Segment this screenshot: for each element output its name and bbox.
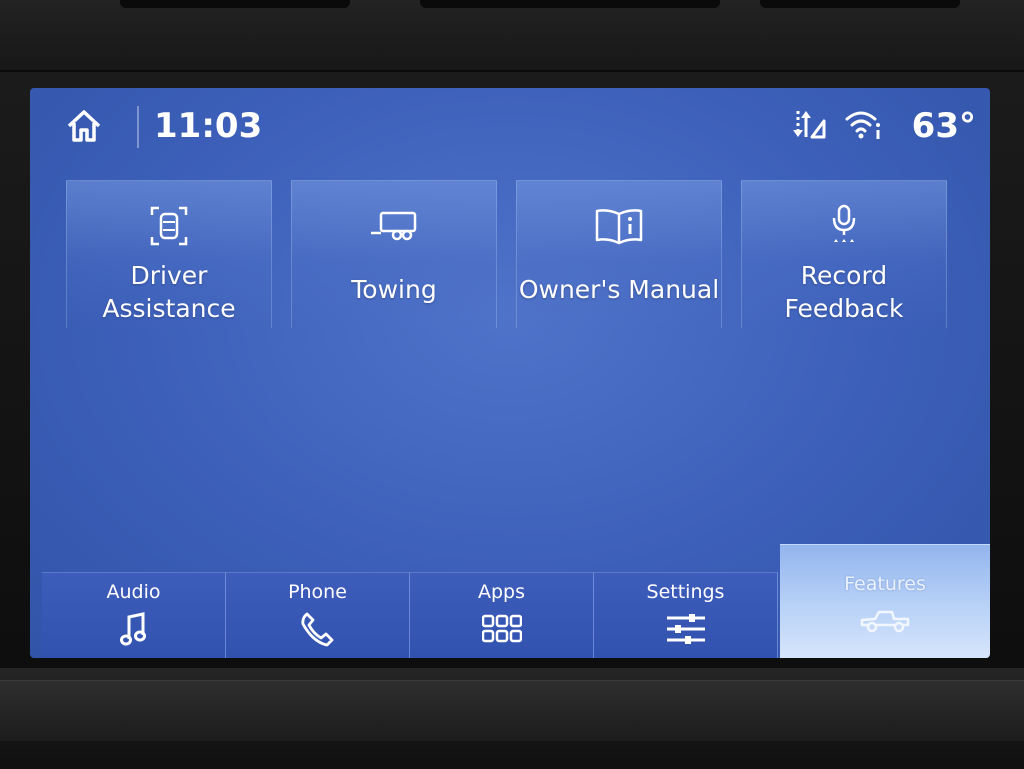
trim-slot [760, 0, 960, 8]
clock: 11:03 [154, 106, 263, 146]
tile-driver-assistance[interactable]: Driver Assistance [66, 180, 272, 328]
trim-slot [120, 0, 350, 8]
bottom-nav: Audio Phone Apps Settings Features [30, 544, 990, 658]
nav-tab-settings[interactable]: Settings [594, 572, 778, 658]
manual-book-icon [593, 201, 645, 251]
data-signal-icon [790, 105, 830, 147]
top-trim [0, 0, 1024, 72]
tile-label-line2: Assistance [102, 294, 236, 323]
status-indicators: 63° [790, 104, 976, 148]
infotainment-screen: 11:03 63° Driver Assistance Towing Owner… [30, 88, 990, 658]
tile-record-feedback[interactable]: Record Feedback [741, 180, 947, 328]
outside-temperature: 63° [911, 106, 976, 146]
wifi-hotspot-icon [844, 107, 884, 145]
apps-grid-icon [481, 609, 522, 649]
nav-tab-audio[interactable]: Audio [42, 572, 226, 658]
nav-label: Apps [477, 581, 526, 603]
tile-label: Driver Assistance [102, 259, 235, 325]
tile-label: Owner's Manual [518, 275, 720, 304]
nav-label: Audio [106, 581, 161, 603]
nav-tab-apps[interactable]: Apps [410, 572, 594, 658]
nav-label: Settings [646, 581, 725, 603]
nav-tab-phone[interactable]: Phone [226, 572, 410, 658]
trim-ledge [0, 680, 1024, 741]
trim-slot [420, 0, 720, 8]
tile-towing[interactable]: Towing [291, 180, 497, 328]
nav-label: Features [844, 573, 926, 595]
sliders-icon [665, 609, 707, 649]
music-note-icon [119, 609, 149, 649]
tile-label: Record Feedback [784, 259, 903, 325]
tile-label-line1: Driver [130, 261, 208, 290]
status-divider [137, 106, 139, 148]
trailer-icon [369, 201, 419, 251]
phone-icon [299, 609, 337, 649]
driver-assist-icon [149, 201, 189, 251]
tile-label: Towing [351, 275, 437, 304]
nav-label: Phone [288, 581, 347, 603]
tile-owners-manual[interactable]: Owner's Manual [516, 180, 722, 328]
nav-tab-features[interactable]: Features [780, 544, 990, 658]
home-icon [65, 108, 103, 148]
tile-label-line1: Record [800, 261, 888, 290]
bottom-trim [0, 668, 1024, 769]
home-button[interactable] [62, 106, 106, 150]
truck-icon [859, 601, 911, 641]
status-bar: 11:03 63° [30, 88, 990, 168]
microphone-icon [827, 201, 861, 251]
tile-label-line2: Feedback [784, 294, 904, 323]
